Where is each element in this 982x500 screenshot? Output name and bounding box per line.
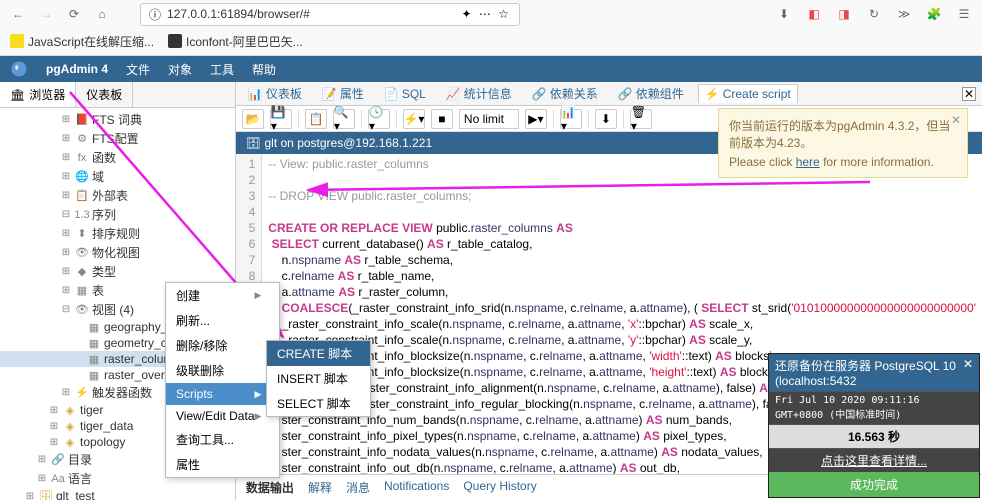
favicon-icon: [168, 34, 182, 48]
tree-node[interactable]: ⊞◆类型: [0, 262, 235, 281]
find-button[interactable]: 🔍▾: [333, 109, 355, 129]
info-icon[interactable]: ⓘ: [149, 6, 161, 23]
menu-icon[interactable]: ☰: [954, 4, 974, 24]
left-panel-tabs: 🏛浏览器 仪表板: [0, 82, 235, 108]
conn-icon: 🗄: [246, 136, 261, 150]
forward-button[interactable]: →: [36, 4, 56, 24]
notice-line2: Please click here for more information.: [729, 155, 957, 169]
tree-node[interactable]: ⊞⬍排序规则: [0, 224, 235, 243]
ctx-properties[interactable]: 属性: [166, 452, 279, 477]
tab-stats[interactable]: 📈 统计信息: [440, 83, 518, 104]
limit-select[interactable]: [459, 109, 519, 129]
ctx-view-edit[interactable]: View/Edit Data▶: [166, 405, 279, 427]
notice-close-button[interactable]: ✕: [951, 113, 961, 127]
notice-link[interactable]: here: [796, 155, 820, 169]
bookmarks-bar: JavaScript在线解压缩... Iconfont-阿里巴巴矢...: [0, 28, 982, 54]
tree-node[interactable]: ⊟1.3序列: [0, 205, 235, 224]
menu-help[interactable]: 帮助: [252, 61, 276, 78]
tab-dependents[interactable]: 🔗 依赖组件: [612, 83, 690, 104]
execute-button[interactable]: ⚡▾: [403, 109, 425, 129]
app-title: pgAdmin 4: [46, 62, 108, 76]
menu-tools[interactable]: 工具: [210, 61, 234, 78]
tab-explain[interactable]: 解释: [308, 479, 332, 496]
copy-button[interactable]: 📋: [305, 109, 327, 129]
toast-detail-link[interactable]: 点击这里查看详情...: [769, 448, 979, 472]
notice-line1: 你当前运行的版本为pgAdmin 4.3.2，但当前版本为4.23。: [729, 117, 957, 151]
ctx-insert-script[interactable]: INSERT 脚本: [267, 366, 370, 391]
main-layout: 🏛浏览器 仪表板 ⊞📕FTS 词典⊞⚙FTS配置⊞fx函数⊞🌐域⊞📋外部表⊟1.…: [0, 82, 982, 500]
dashboard-tab[interactable]: 仪表板: [76, 82, 133, 107]
explain-button[interactable]: 📊▾: [560, 109, 582, 129]
ctx-cascade-delete[interactable]: 级联删除: [166, 358, 279, 383]
close-tab-button[interactable]: ✕: [962, 87, 976, 101]
back-button[interactable]: ←: [8, 4, 28, 24]
tree-node[interactable]: ⊞📕FTS 词典: [0, 110, 235, 129]
tab-properties[interactable]: 📝 属性: [316, 83, 370, 104]
ctx-create-script[interactable]: CREATE 脚本: [267, 341, 370, 366]
tree-node[interactable]: ⊞fx函数: [0, 148, 235, 167]
tree-node[interactable]: ⊞🌐域: [0, 167, 235, 186]
toast-success: 成功完成: [769, 472, 979, 497]
sync-icon[interactable]: ↻: [864, 4, 884, 24]
ctx-refresh[interactable]: 刷新...: [166, 308, 279, 333]
tab-messages[interactable]: 消息: [346, 479, 370, 496]
url-bar[interactable]: ⓘ 127.0.0.1:61894/browser/# ✦ ⋯ ☆: [140, 3, 520, 26]
overflow-icon[interactable]: ≫: [894, 4, 914, 24]
downloads-icon[interactable]: ⬇: [774, 4, 794, 24]
context-menu[interactable]: 创建▶ 刷新... 删除/移除 级联删除 Scripts▶ View/Edit …: [165, 282, 280, 478]
tab-create-script[interactable]: ⚡ Create script: [698, 84, 798, 103]
favicon-icon: [10, 34, 24, 48]
version-notice: ✕ 你当前运行的版本为pgAdmin 4.3.2，但当前版本为4.23。 Ple…: [718, 108, 968, 178]
run-button[interactable]: ▶▾: [525, 109, 547, 129]
save-button[interactable]: 💾▾: [270, 109, 292, 129]
toast-duration: 16.563 秒: [769, 424, 979, 448]
ext2-icon[interactable]: ◨: [834, 4, 854, 24]
ctx-create[interactable]: 创建▶: [166, 283, 279, 308]
ctx-scripts[interactable]: Scripts▶: [166, 383, 279, 405]
tree-node[interactable]: ⊞📋外部表: [0, 186, 235, 205]
tab-data-output[interactable]: 数据输出: [246, 479, 294, 496]
tree-node[interactable]: ⊞⚙FTS配置: [0, 129, 235, 148]
ctx-delete[interactable]: 删除/移除: [166, 333, 279, 358]
tab-dashboard[interactable]: 📊 仪表板: [242, 83, 308, 104]
tree-node[interactable]: ⊞👁物化视图: [0, 243, 235, 262]
tree-node[interactable]: ⊞🗄glt_test: [0, 488, 235, 500]
page-actions[interactable]: ✦ ⋯ ☆: [462, 7, 511, 21]
clear-button[interactable]: 🗑▾: [630, 109, 652, 129]
ext1-icon[interactable]: ◧: [804, 4, 824, 24]
tab-sql[interactable]: 📄 SQL: [378, 85, 432, 103]
url-text: 127.0.0.1:61894/browser/#: [167, 7, 456, 21]
open-button[interactable]: 📂: [242, 109, 264, 129]
bookmark-item[interactable]: Iconfont-阿里巴巴矢...: [168, 33, 303, 50]
tab-query-history[interactable]: Query History: [463, 479, 536, 496]
pgadmin-titlebar: pgAdmin 4 文件 对象 工具 帮助: [0, 56, 982, 82]
ctx-select-script[interactable]: SELECT 脚本: [267, 391, 370, 416]
nav-bar: ← → ⟳ ⌂ ⓘ 127.0.0.1:61894/browser/# ✦ ⋯ …: [0, 0, 982, 28]
toast-time: Fri Jul 10 2020 09:11:16 GMT+0800 (中国标准时…: [769, 391, 979, 424]
download-button[interactable]: ⬇: [595, 109, 617, 129]
reload-button[interactable]: ⟳: [64, 4, 84, 24]
addon-icon[interactable]: 🧩: [924, 4, 944, 24]
ctx-query-tool[interactable]: 查询工具...: [166, 427, 279, 452]
right-tabs: 📊 仪表板 📝 属性 📄 SQL 📈 统计信息 🔗 依赖关系 🔗 依赖组件 ⚡ …: [236, 82, 982, 106]
toast-header: 还原备份在服务器 PostgreSQL 10 (localhost:5432✕: [769, 354, 979, 391]
tab-notifications[interactable]: Notifications: [384, 479, 449, 496]
history-button[interactable]: 🕓▾: [368, 109, 390, 129]
tree-icon: 🏛: [10, 88, 25, 102]
bookmark-item[interactable]: JavaScript在线解压缩...: [10, 33, 154, 50]
toast-close-button[interactable]: ✕: [963, 357, 973, 388]
menu-object[interactable]: 对象: [168, 61, 192, 78]
browser-tab[interactable]: 🏛浏览器: [0, 82, 76, 107]
home-button[interactable]: ⌂: [92, 4, 112, 24]
restore-toast: 还原备份在服务器 PostgreSQL 10 (localhost:5432✕ …: [768, 353, 980, 498]
tab-deps[interactable]: 🔗 依赖关系: [526, 83, 604, 104]
context-submenu-scripts[interactable]: CREATE 脚本 INSERT 脚本 SELECT 脚本: [266, 340, 371, 417]
browser-chrome: ← → ⟳ ⌂ ⓘ 127.0.0.1:61894/browser/# ✦ ⋯ …: [0, 0, 982, 56]
menu-file[interactable]: 文件: [126, 61, 150, 78]
stop-button[interactable]: ■: [431, 109, 453, 129]
pgadmin-logo-icon: [10, 60, 28, 78]
